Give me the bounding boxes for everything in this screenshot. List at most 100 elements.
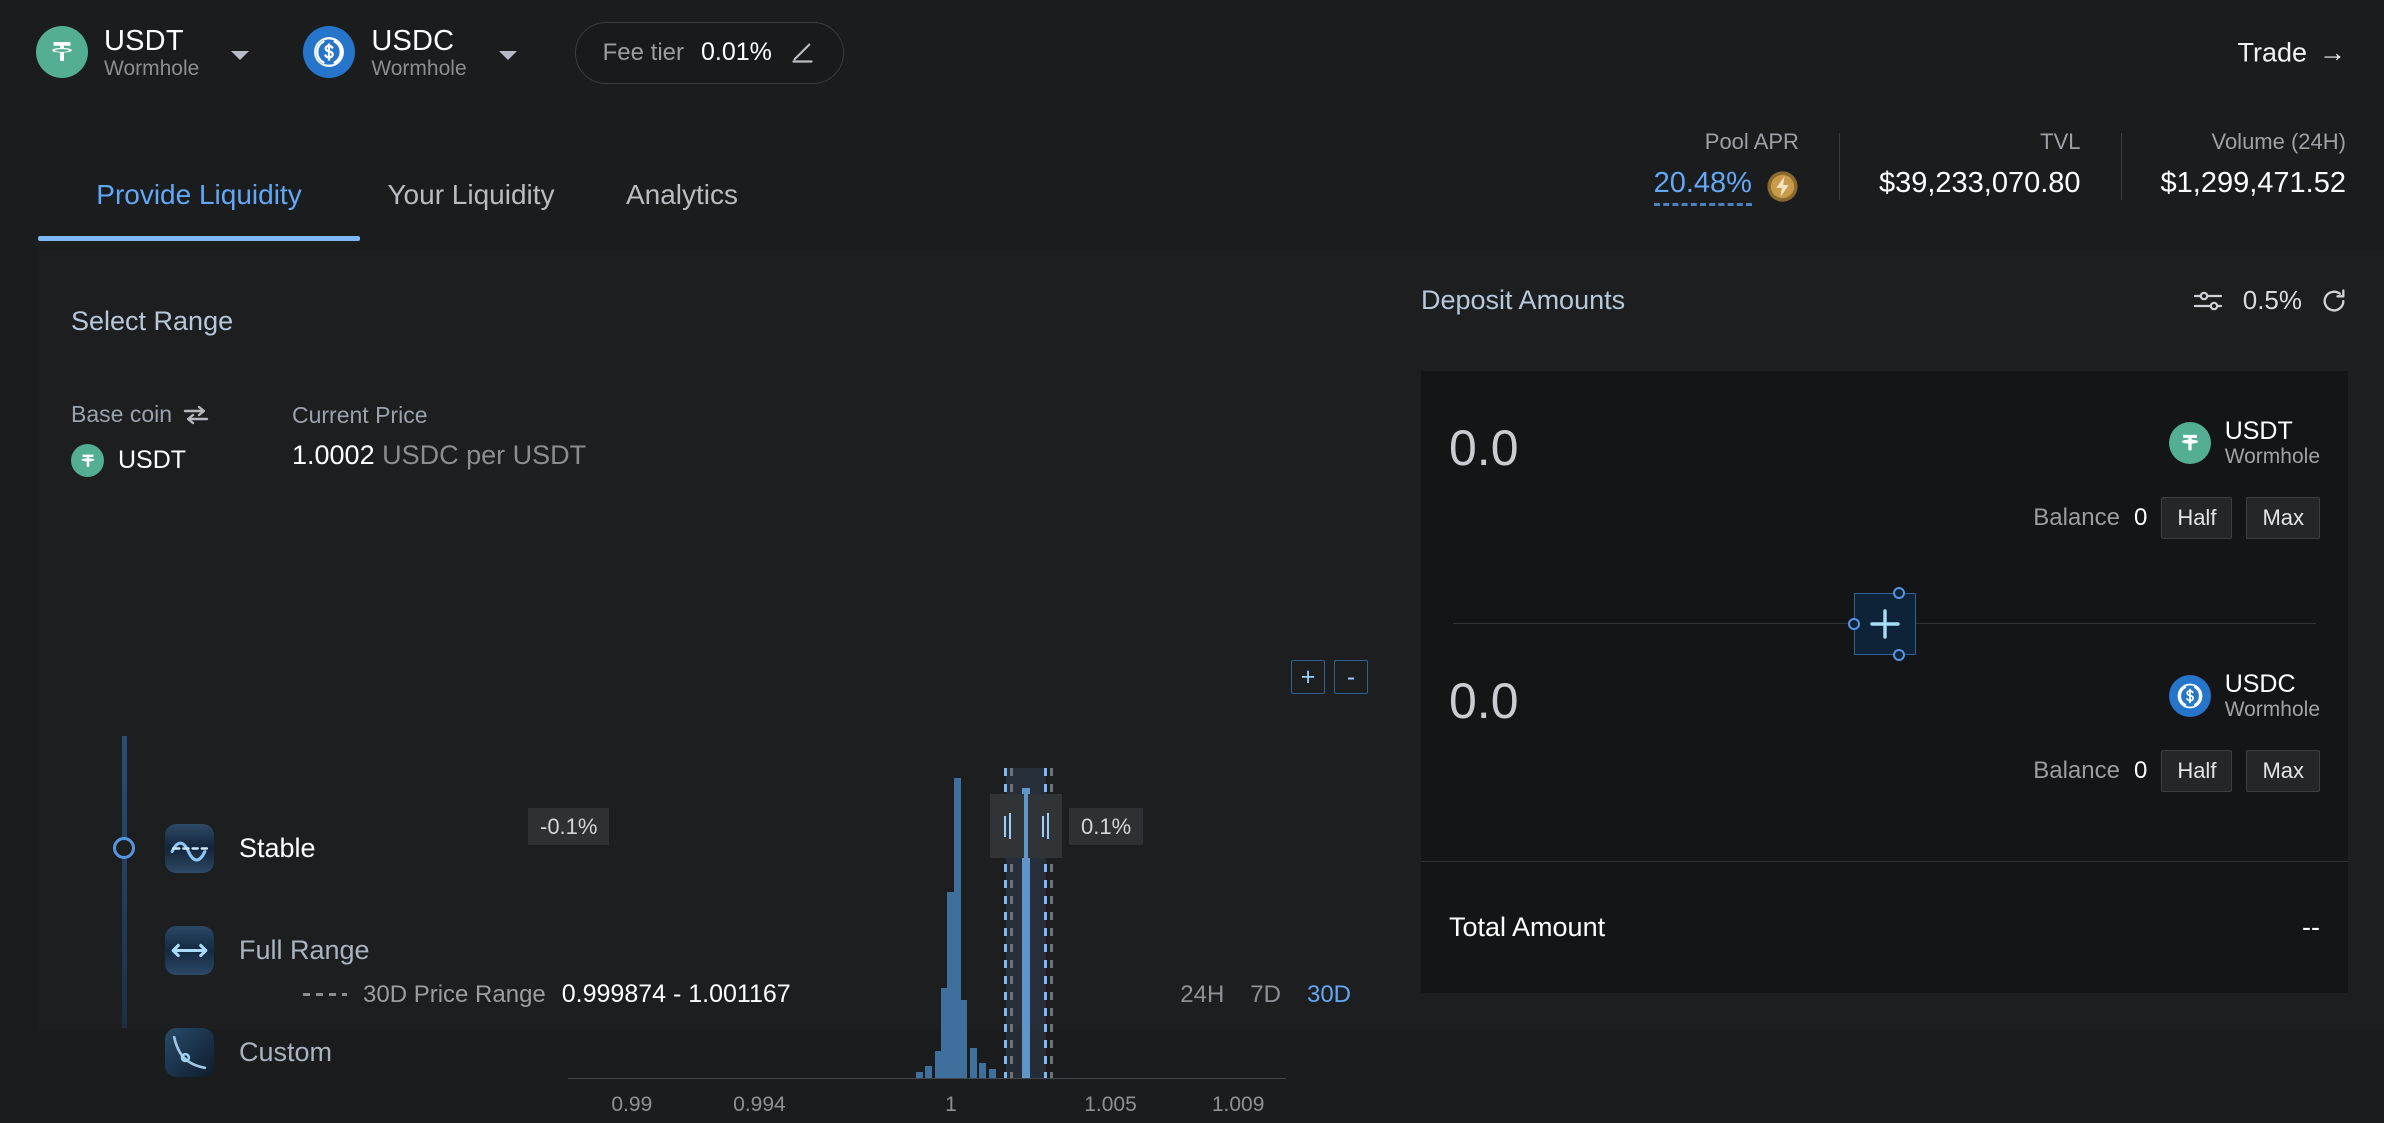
deposit-token-usdt[interactable]: USDT Wormhole <box>2033 417 2320 469</box>
balance-label-usdt: Balance <box>2033 504 2120 532</box>
range-option-stable[interactable]: Stable <box>165 824 316 873</box>
fee-tier-button[interactable]: Fee tier 0.01% <box>575 22 844 84</box>
stable-wave-icon <box>165 824 214 873</box>
half-button-usdt[interactable]: Half <box>2161 497 2232 539</box>
pool-stats: Pool APR 20.48% TVL $39,233,070.80 Volum… <box>1614 129 2346 206</box>
fee-tier-label: Fee tier <box>603 39 684 67</box>
chart-zoom-controls: + - <box>1291 660 1368 694</box>
dashed-line-legend-icon <box>303 993 347 996</box>
liquidity-bar <box>979 1063 986 1078</box>
chart-zoom-out-button[interactable]: - <box>1334 660 1368 694</box>
current-price-label: Current Price <box>292 402 427 429</box>
chart-zoom-in-button[interactable]: + <box>1291 660 1325 694</box>
timeframe-30d[interactable]: 30D <box>1307 981 1351 1009</box>
fee-tier-value: 0.01% <box>701 38 772 67</box>
liquidity-bar <box>916 1072 923 1078</box>
usdc-icon <box>303 26 355 78</box>
range-option-custom-label: Custom <box>239 1037 332 1068</box>
range-type-slider-track[interactable] <box>122 736 127 1028</box>
stat-pool-apr-label: Pool APR <box>1654 129 1799 155</box>
balance-value-usdt: 0 <box>2134 504 2147 532</box>
tab-list: Provide Liquidity Your Liquidity Analyti… <box>38 179 782 241</box>
timeframe-24h[interactable]: 24H <box>1180 981 1224 1009</box>
range-option-custom[interactable]: Custom <box>165 1028 332 1077</box>
range-option-stable-label: Stable <box>239 833 316 864</box>
chart-x-tick-label: 1 <box>945 1093 957 1117</box>
range-option-full-range[interactable]: Full Range <box>165 926 370 975</box>
timeframe-7d[interactable]: 7D <box>1250 981 1281 1009</box>
tab-bar: Provide Liquidity Your Liquidity Analyti… <box>0 105 2384 241</box>
deposit-token-usdc[interactable]: USDC Wormhole <box>2033 670 2320 722</box>
pencil-icon[interactable] <box>789 39 816 66</box>
handle-grip-line <box>1047 813 1049 839</box>
usdt-icon <box>71 444 104 477</box>
deposit-tools: 0.5% <box>2193 285 2348 316</box>
deposit-token-bridge-usdt: Wormhole <box>2225 445 2320 468</box>
deposit-balance-row-usdt: Balance 0 Half Max <box>2033 497 2320 539</box>
chevron-down-icon[interactable] <box>499 51 517 60</box>
max-button-usdc[interactable]: Max <box>2246 750 2320 792</box>
tab-provide-liquidity[interactable]: Provide Liquidity <box>38 179 360 241</box>
chart-x-tick-label: 0.99 <box>611 1093 652 1117</box>
usdt-icon <box>36 26 88 78</box>
deposit-token-info-usdc: USDC Wormhole Balance 0 Half Max <box>2033 670 2320 792</box>
token-a-bridge: Wormhole <box>104 57 199 81</box>
stat-pool-apr-value[interactable]: 20.48% <box>1654 167 1752 206</box>
base-coin-label: Base coin <box>71 401 172 428</box>
total-amount-label: Total Amount <box>1449 912 1605 943</box>
deposit-token-names-usdt: USDT Wormhole <box>2225 417 2320 469</box>
stat-volume-value: $1,299,471.52 <box>2161 167 2346 200</box>
usdt-icon <box>2169 422 2211 464</box>
token-a-selector[interactable]: USDT Wormhole <box>36 25 249 81</box>
chevron-down-icon[interactable] <box>231 51 249 60</box>
deposit-amount-input-usdc[interactable] <box>1449 672 1949 730</box>
deposit-row-usdc: USDC Wormhole Balance 0 Half Max <box>1421 624 2348 876</box>
max-button-usdt[interactable]: Max <box>2246 497 2320 539</box>
token-b-selector[interactable]: USDC Wormhole <box>303 25 516 81</box>
tab-your-liquidity[interactable]: Your Liquidity <box>360 179 582 241</box>
timeframe-group: 24H 7D 30D <box>1180 981 1351 1009</box>
deposit-amount-input-usdt[interactable] <box>1449 419 1949 477</box>
refresh-icon[interactable] <box>2320 287 2348 315</box>
stat-volume-24h: Volume (24H) $1,299,471.52 <box>2121 129 2346 206</box>
custom-curve-icon <box>165 1028 214 1077</box>
deposit-token-symbol-usdt: USDT <box>2225 417 2293 445</box>
deposit-card: USDT Wormhole Balance 0 Half Max <box>1421 371 2348 993</box>
balance-label-usdc: Balance <box>2033 757 2120 785</box>
base-coin-value: USDT <box>71 444 186 477</box>
stat-tvl: TVL $39,233,070.80 <box>1839 129 2121 206</box>
resize-handle-top[interactable] <box>1893 587 1905 599</box>
deposit-row-usdt: USDT Wormhole Balance 0 Half Max <box>1421 371 2348 623</box>
deposit-token-info-usdt: USDT Wormhole Balance 0 Half Max <box>2033 417 2320 539</box>
range-lower-handle[interactable] <box>990 794 1024 858</box>
range-type-slider-knob[interactable] <box>113 837 135 859</box>
half-button-usdc[interactable]: Half <box>2161 750 2232 792</box>
stat-volume-label: Volume (24H) <box>2161 129 2346 155</box>
liquidity-bar <box>960 1000 967 1078</box>
chart-x-axis-labels: 0.990.99411.0051.009 <box>568 1093 1286 1123</box>
range-upper-badge: 0.1% <box>1069 808 1143 845</box>
token-b-bridge: Wormhole <box>371 57 466 81</box>
range-option-full-range-label: Full Range <box>239 935 370 966</box>
total-amount-row: Total Amount -- <box>1421 861 2348 993</box>
chart-x-tick-label: 1.009 <box>1212 1093 1265 1117</box>
sliders-icon[interactable] <box>2193 288 2225 314</box>
handle-grip-line <box>1042 816 1044 837</box>
liquidity-bar <box>970 1048 977 1078</box>
select-range-pane: Select Range Base coin USDT Current Pric… <box>38 249 1421 1029</box>
range-lower-badge: -0.1% <box>528 808 609 845</box>
current-price-number: 1.0002 <box>292 440 375 470</box>
range-upper-handle[interactable] <box>1028 794 1062 858</box>
slippage-value[interactable]: 0.5% <box>2243 285 2302 316</box>
full-range-arrow-icon <box>165 926 214 975</box>
liquidity-chart[interactable]: -0.1% 0.1% 0.990.99411.0051.009 <box>538 769 1298 1079</box>
stat-tvl-value: $39,233,070.80 <box>1879 167 2081 200</box>
trade-link[interactable]: Trade → <box>2237 37 2346 68</box>
tab-analytics[interactable]: Analytics <box>582 179 782 241</box>
stat-pool-apr: Pool APR 20.48% <box>1614 129 1839 206</box>
swap-arrows-icon[interactable] <box>183 404 209 426</box>
arrow-right-icon: → <box>2319 37 2346 68</box>
deposit-amounts-title: Deposit Amounts <box>1421 285 1625 316</box>
deposit-header: Deposit Amounts 0.5% <box>1421 285 2348 316</box>
base-coin-toggle[interactable]: Base coin <box>71 401 209 428</box>
